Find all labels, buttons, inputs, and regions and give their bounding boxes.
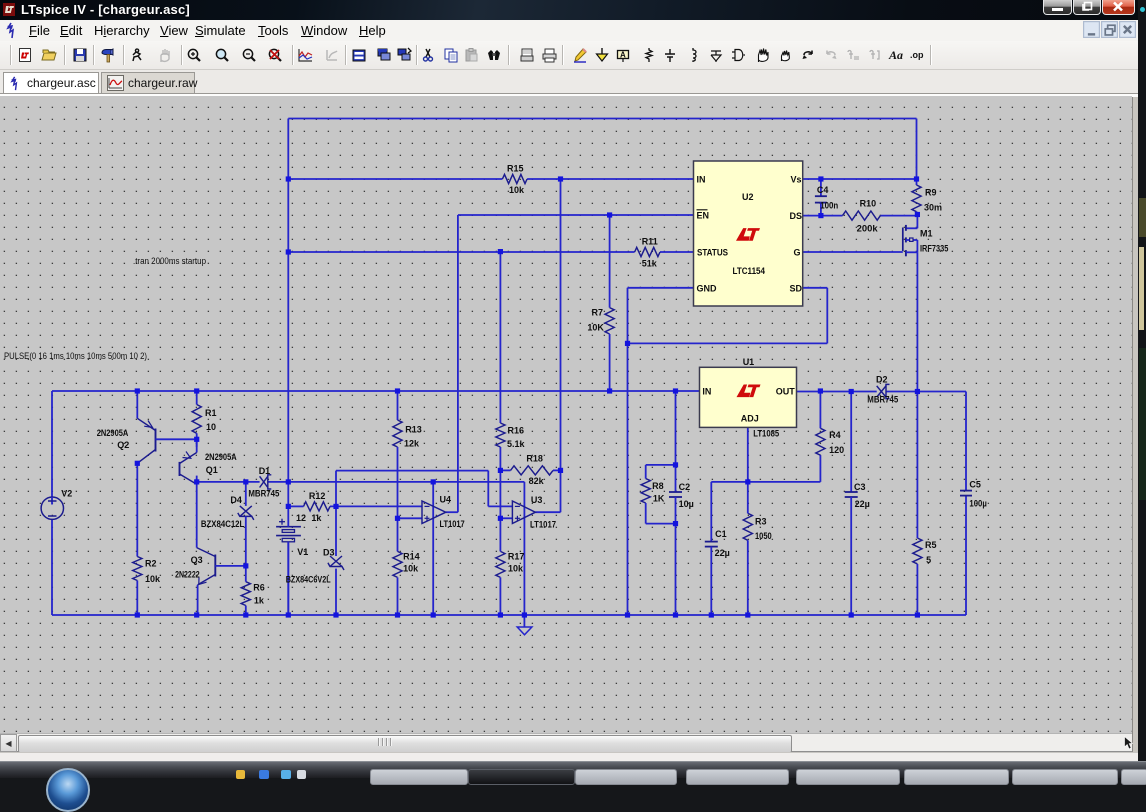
svg-text:1050: 1050	[755, 531, 772, 541]
svg-text:IN: IN	[702, 387, 711, 397]
svg-text:100n: 100n	[820, 201, 838, 211]
svg-text:LTC1154: LTC1154	[733, 266, 766, 276]
svg-text:22µ: 22µ	[715, 548, 730, 558]
svg-text:C4: C4	[817, 185, 829, 195]
svg-text:A: A	[620, 51, 626, 60]
svg-text:2N2905A: 2N2905A	[97, 428, 129, 438]
svg-text:.op: .op	[910, 50, 924, 60]
svg-text:IRF7335: IRF7335	[920, 244, 948, 254]
svg-text:R10: R10	[860, 199, 877, 209]
svg-text:V2: V2	[61, 489, 72, 499]
svg-text:D4: D4	[230, 495, 242, 505]
svg-text:LT1085: LT1085	[753, 428, 779, 438]
svg-text:V1: V1	[297, 547, 308, 557]
svg-text:1K: 1K	[653, 494, 665, 504]
svg-text:LT1017: LT1017	[530, 520, 556, 530]
svg-text:D3: D3	[323, 548, 335, 558]
svg-text:C2: C2	[679, 482, 691, 492]
svg-text:R17: R17	[508, 551, 525, 561]
svg-text:10: 10	[206, 422, 216, 432]
svg-text:R7: R7	[592, 308, 604, 318]
svg-text:R8: R8	[652, 481, 664, 491]
svg-text:R9: R9	[925, 187, 937, 197]
svg-text:U4: U4	[440, 495, 452, 505]
svg-text:22µ: 22µ	[855, 499, 870, 509]
svg-text:5: 5	[926, 555, 931, 565]
svg-text:STATUS: STATUS	[697, 247, 728, 257]
svg-text:10k: 10k	[509, 185, 525, 195]
svg-text:12: 12	[296, 513, 306, 523]
svg-text:Q1: Q1	[206, 465, 218, 475]
svg-text:5.1k: 5.1k	[507, 439, 526, 449]
svg-text:R18: R18	[526, 454, 543, 464]
svg-text:BZX84C12L: BZX84C12L	[201, 519, 245, 529]
svg-text:R14: R14	[403, 551, 420, 561]
svg-text:R4: R4	[829, 430, 841, 440]
svg-text:200k: 200k	[857, 223, 879, 233]
svg-text:2N2905A: 2N2905A	[205, 452, 237, 462]
svg-text:M1: M1	[920, 229, 933, 239]
svg-text:100µ: 100µ	[969, 499, 986, 509]
svg-text:82k: 82k	[529, 476, 545, 486]
svg-text:R5: R5	[925, 540, 937, 550]
svg-text:51k: 51k	[642, 258, 658, 268]
svg-text:R11: R11	[642, 237, 658, 247]
svg-text:R13: R13	[405, 425, 422, 435]
svg-text:Vs: Vs	[791, 175, 802, 185]
svg-text:GND: GND	[697, 283, 718, 293]
svg-text:R1: R1	[205, 408, 217, 418]
svg-text:10k: 10k	[508, 563, 524, 573]
svg-text:Q2: Q2	[117, 440, 129, 450]
svg-text:C3: C3	[854, 482, 866, 492]
svg-text:R16: R16	[508, 425, 525, 435]
svg-text:2N2222: 2N2222	[175, 569, 200, 579]
svg-text:U3: U3	[531, 495, 543, 505]
svg-text:IN: IN	[697, 175, 706, 185]
svg-text:EN: EN	[697, 211, 710, 221]
svg-text:U2: U2	[742, 192, 754, 202]
svg-text:OUT: OUT	[776, 387, 796, 397]
svg-text:10k: 10k	[145, 574, 161, 584]
svg-text:R12: R12	[309, 491, 326, 501]
svg-text:D1: D1	[259, 466, 271, 476]
svg-text:ADJ: ADJ	[741, 413, 759, 423]
svg-text:Aa: Aa	[888, 48, 903, 62]
svg-text:.tran 2000ms startup: .tran 2000ms startup	[133, 256, 206, 266]
svg-text:10µ: 10µ	[679, 499, 694, 509]
svg-text:R3: R3	[755, 517, 767, 527]
svg-text:12k: 12k	[404, 438, 420, 448]
svg-text:D2: D2	[876, 375, 888, 385]
svg-text:R6: R6	[253, 583, 265, 593]
svg-text:LT1017: LT1017	[440, 519, 465, 529]
svg-text:MBR745: MBR745	[867, 395, 898, 405]
svg-text:R15: R15	[507, 164, 524, 174]
svg-text:10k: 10k	[403, 563, 419, 573]
svg-text:C1: C1	[715, 529, 727, 539]
svg-text:BZX84C6V2L: BZX84C6V2L	[286, 575, 331, 585]
svg-text:C5: C5	[969, 480, 981, 490]
svg-text:120: 120	[829, 445, 844, 455]
svg-text:1k: 1k	[311, 513, 322, 523]
svg-text:SD: SD	[790, 283, 803, 293]
svg-text:PULSE(0 16 1ms 10ms 10ms 500m: PULSE(0 16 1ms 10ms 10ms 500m 10 2)	[4, 351, 147, 361]
svg-text:DS: DS	[790, 211, 803, 221]
svg-text:G: G	[794, 247, 801, 257]
svg-text:30m: 30m	[924, 203, 942, 213]
svg-text:MBR745: MBR745	[248, 488, 279, 498]
svg-text:U1: U1	[743, 357, 755, 367]
svg-text:1k: 1k	[254, 595, 265, 605]
svg-text:10K: 10K	[587, 322, 604, 332]
svg-text:Q3: Q3	[191, 555, 203, 565]
svg-text:R2: R2	[145, 558, 157, 568]
